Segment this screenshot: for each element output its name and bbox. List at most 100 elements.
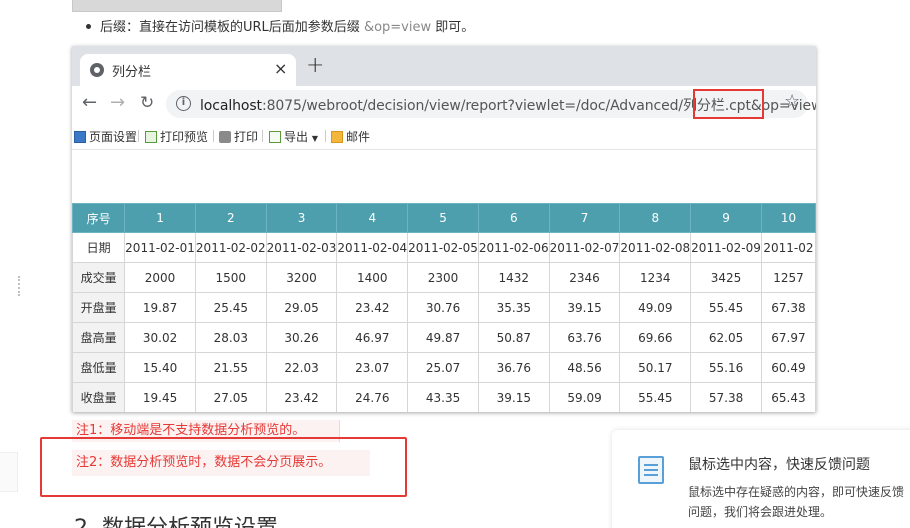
table-cell: 25.45 [194, 292, 267, 323]
table-cell: 69.66 [619, 322, 692, 353]
table-cell: 28.03 [194, 322, 267, 353]
url-param-highlight [693, 89, 764, 119]
feedback-title: 鼠标选中内容，快速反馈问题 [688, 457, 870, 473]
table-cell: 15.40 [124, 352, 196, 383]
table-cell: 23.42 [265, 382, 338, 412]
tab-title: 列分栏 [112, 65, 152, 80]
table-cell: 1257 [760, 262, 816, 293]
table-cell: 3 [265, 203, 338, 233]
table-cell: 1234 [619, 262, 692, 293]
table-cell: 19.87 [124, 292, 196, 323]
table-cell: 67.38 [760, 292, 816, 323]
table-cell: 2011-02-05 [407, 232, 479, 263]
close-icon[interactable]: × [274, 59, 287, 79]
star-icon[interactable]: ☆ [784, 91, 800, 112]
table-cell: 55.45 [619, 382, 692, 412]
table-cell: 55.45 [690, 292, 762, 323]
table-cell: 1432 [477, 262, 550, 293]
reload-icon[interactable]: ↻ [140, 92, 154, 114]
table-cell: 3425 [690, 262, 762, 293]
table-cell: 67.97 [760, 322, 816, 353]
table-cell: 49.09 [619, 292, 692, 323]
print-preview-button[interactable]: 打印预览 [145, 128, 208, 145]
feedback-document-icon [638, 456, 664, 484]
table-cell: 2011-02-03 [265, 232, 338, 263]
drag-handle-icon[interactable] [18, 276, 21, 296]
table-cell: 36.76 [477, 352, 550, 383]
bullet-item: 后缀：直接在访问模板的URL后面加参数后缀 &op=view 即可。 [86, 18, 474, 38]
table-cell: 62.05 [690, 322, 762, 353]
info-icon[interactable]: i [176, 96, 191, 111]
table-cell: 2011-02-09 [690, 232, 762, 263]
report-table: 序号 1 2 3 4 5 6 7 8 9 10 日期 2011-02-01 2011-02-02 2011-… [72, 203, 816, 412]
table-cell: 3200 [265, 262, 338, 293]
row-header-cell: 序号 [72, 203, 126, 233]
feedback-description: 鼠标选中存在疑惑的内容，即可快速反馈问题，我们将会跟进处理。 [688, 485, 905, 519]
caret-down-icon: ▼ [311, 134, 318, 143]
side-panel-edge[interactable] [0, 452, 18, 492]
table-cell: 9 [690, 203, 762, 233]
table-cell: 49.87 [407, 322, 479, 353]
table-cell: 25.07 [407, 352, 479, 383]
divider [325, 130, 326, 142]
table-body: 序号 1 2 3 4 5 6 7 8 9 10 日期 2011-02-01 2011-02-02 2011-… [72, 203, 816, 412]
table-cell: 59.09 [548, 382, 621, 412]
table-cell: 19.45 [124, 382, 196, 412]
browser-tab[interactable]: 列分栏 × [80, 54, 296, 86]
feedback-popup[interactable]: 鼠标选中内容，快速反馈问题 鼠标选中存在疑惑的内容，即可快速反馈问题，我们将会跟… [612, 430, 910, 528]
table-cell: 2 [194, 203, 267, 233]
row-header-cell: 收盘量 [72, 382, 126, 412]
table-cell: 60.49 [760, 352, 816, 383]
table-cell: 39.15 [477, 382, 550, 412]
table-cell: 1400 [336, 262, 409, 293]
table-cell: 2011-02-02 [194, 232, 267, 263]
table-cell: 30.26 [265, 322, 338, 353]
row-header-cell: 盘低量 [72, 352, 126, 383]
divider [262, 130, 263, 142]
table-cell: 57.38 [690, 382, 762, 412]
mail-button[interactable]: 邮件 [331, 128, 370, 145]
print-button[interactable]: 打印 [219, 128, 258, 145]
bullet-dot [86, 24, 91, 29]
table-cell: 2000 [124, 262, 196, 293]
export-icon [269, 131, 281, 143]
note-highlight-box [40, 437, 407, 497]
bullet-suffix: 即可。 [435, 20, 475, 35]
table-cell: 35.35 [477, 292, 550, 323]
table-cell: 8 [619, 203, 692, 233]
row-header-cell: 开盘量 [72, 292, 126, 323]
table-row: 收盘量 19.45 27.05 23.42 24.76 43.35 39.15 59.09 55… [72, 382, 816, 412]
table-cell: 46.97 [336, 322, 409, 353]
browser-tabbar: 列分栏 × + [72, 46, 816, 86]
mail-icon [331, 131, 343, 143]
back-arrow-icon[interactable]: ← [82, 92, 97, 114]
table-cell: 39.15 [548, 292, 621, 323]
table-cell: 23.42 [336, 292, 409, 323]
table-cell: 2011-02-08 [619, 232, 692, 263]
printer-icon [219, 131, 231, 143]
divider [213, 130, 214, 142]
table-cell: 30.02 [124, 322, 196, 353]
table-row: 成交量 2000 1500 3200 1400 2300 1432 2346 1234 3425 1… [72, 262, 816, 293]
table-cell: 7 [548, 203, 621, 233]
table-row: 序号 1 2 3 4 5 6 7 8 9 10 [72, 203, 816, 233]
table-cell: 2346 [548, 262, 621, 293]
table-cell: 2011-02 [760, 232, 816, 263]
table-cell: 1500 [194, 262, 267, 293]
table-cell: 2011-02-07 [548, 232, 621, 263]
table-row: 盘高量 30.02 28.03 30.26 46.97 49.87 50.87 63.76 69… [72, 322, 816, 353]
preview-icon [145, 131, 157, 143]
globe-icon [90, 63, 104, 77]
browser-screenshot: 列分栏 × + ← → ↻ i localhost:8075/webroot/d… [72, 46, 816, 412]
export-dropdown[interactable]: 导出 ▼ [269, 128, 318, 145]
table-cell: 23.07 [336, 352, 409, 383]
forward-arrow-icon[interactable]: → [110, 92, 125, 114]
table-cell: 43.35 [407, 382, 479, 412]
table-cell: 24.76 [336, 382, 409, 412]
page-setup-button[interactable]: 页面设置 [74, 128, 137, 145]
new-tab-icon[interactable]: + [306, 54, 324, 78]
table-cell: 29.05 [265, 292, 338, 323]
table-cell: 55.16 [690, 352, 762, 383]
row-header-cell: 成交量 [72, 262, 126, 293]
section-heading: 2. 数据分析预览设置 [74, 518, 278, 528]
